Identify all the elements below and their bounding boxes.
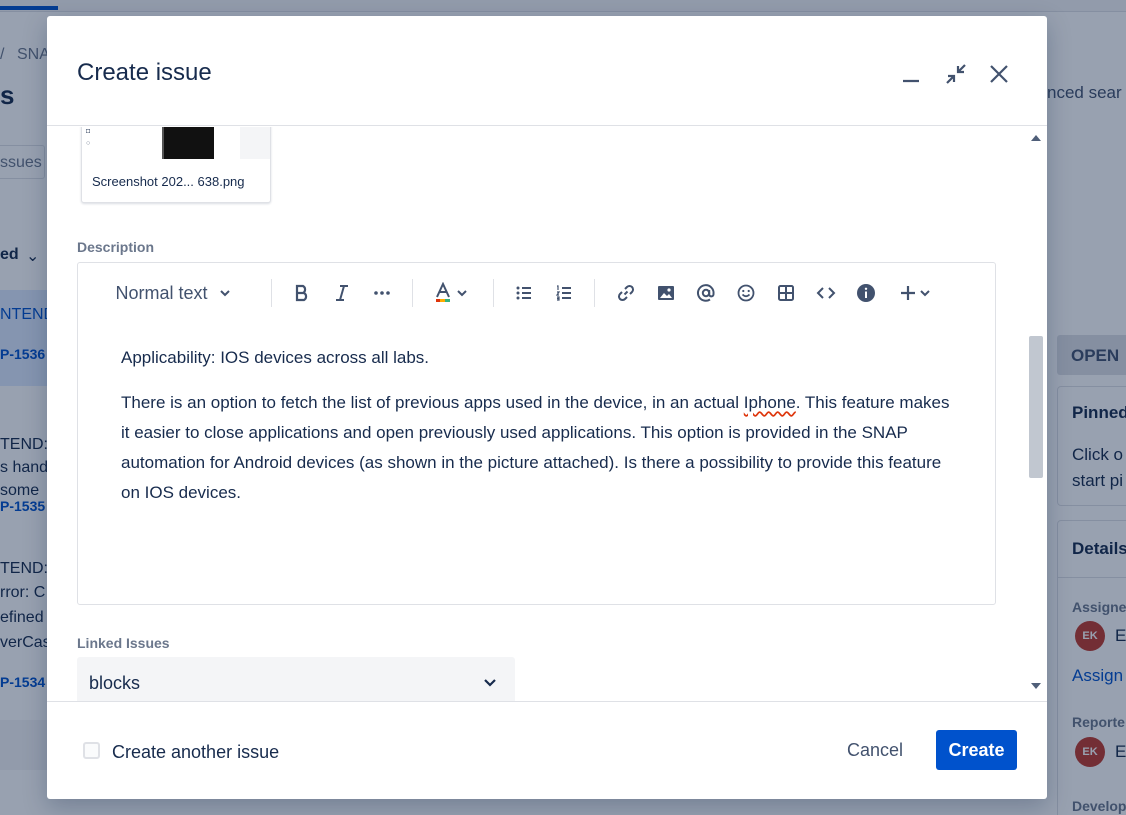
modal-title: Create issue [77,59,212,86]
more-formatting-button[interactable] [366,277,398,309]
linked-issues-label: Linked Issues [77,635,170,651]
description-paragraph-1: Applicability: IOS devices across all la… [121,348,430,367]
link-type-select[interactable]: blocks [77,657,515,701]
attachment-card[interactable]: ◘ ○ Screenshot 202... 638.png [81,127,271,203]
attachment-thumbnail: ◘ ○ [82,127,270,159]
create-issue-modal: Create issue ◘ ○ Screenshot 202... 638.p… [47,16,1047,799]
close-icon [990,65,1008,83]
chevron-down-icon [219,290,230,297]
mention-icon [697,284,715,302]
scroll-down-arrow-icon[interactable] [1031,683,1041,689]
link-icon [617,284,635,302]
mention-button[interactable] [690,277,722,309]
description-label: Description [77,239,155,255]
toolbar-divider [594,279,595,307]
modal-header: Create issue [47,16,1047,126]
create-button[interactable]: Create [936,730,1017,770]
minimize-button[interactable] [895,58,927,90]
info-icon [857,284,875,302]
modal-footer: Create another issue Cancel Create [47,701,1047,799]
modal-scrollbar[interactable] [1027,127,1045,701]
insert-more-button[interactable] [893,277,937,309]
bold-button[interactable] [286,277,318,309]
numbered-list-button[interactable] [548,277,580,309]
toolbar-divider [493,279,494,307]
thumbnail-image [162,127,214,159]
scroll-thumb[interactable] [1029,336,1043,478]
link-button[interactable] [610,277,642,309]
paragraph-2-text-start: There is an option to fetch the list of … [121,393,744,412]
bullet-list-button[interactable] [508,277,540,309]
table-icon [778,285,794,301]
scroll-up-arrow-icon[interactable] [1031,135,1041,141]
code-icon [816,287,836,299]
italic-button[interactable] [326,277,358,309]
chevron-down-icon [920,290,930,297]
info-panel-button[interactable] [850,277,882,309]
create-another-label[interactable]: Create another issue [112,742,279,763]
image-icon [658,286,674,300]
image-button[interactable] [650,277,682,309]
text-color-icon [435,282,450,302]
attachment-filename: Screenshot 202... 638.png [92,174,245,189]
italic-icon [336,285,348,301]
collapse-button[interactable] [940,58,972,90]
thumbnail-margin [240,127,270,159]
toolbar-divider [412,279,413,307]
description-paragraph-2: There is an option to fetch the list of … [121,388,961,508]
minimize-icon [903,79,919,83]
text-color-button[interactable] [428,277,472,309]
collapse-arrows-icon [946,64,966,84]
thumbnail-detail: ○ [86,140,91,147]
bullet-list-icon [516,286,531,300]
editor-content[interactable]: Applicability: IOS devices across all la… [121,343,961,523]
chevron-down-icon [456,290,467,297]
toolbar-divider [271,279,272,307]
thumbnail-detail: ◘ [86,128,91,135]
more-icon [374,291,390,295]
text-style-label: Normal text [115,282,208,303]
code-button[interactable] [810,277,842,309]
emoji-icon [737,284,755,302]
close-button[interactable] [983,58,1015,90]
modal-body[interactable]: ◘ ○ Screenshot 202... 638.png Descriptio… [47,127,1047,701]
misspelled-word[interactable]: Iphone [744,393,796,412]
chevron-down-icon [484,679,496,687]
bold-icon [295,284,308,302]
numbered-list-icon [555,285,571,301]
plus-icon [901,286,915,300]
table-button[interactable] [770,277,802,309]
text-style-dropdown[interactable]: Normal text [106,277,241,309]
create-another-checkbox[interactable] [83,742,100,759]
description-editor[interactable]: Normal text Applicability: IOS devices a… [77,262,996,605]
editor-toolbar: Normal text [78,277,995,309]
link-type-value: blocks [89,673,141,693]
emoji-button[interactable] [730,277,762,309]
cancel-button[interactable]: Cancel [837,730,913,770]
